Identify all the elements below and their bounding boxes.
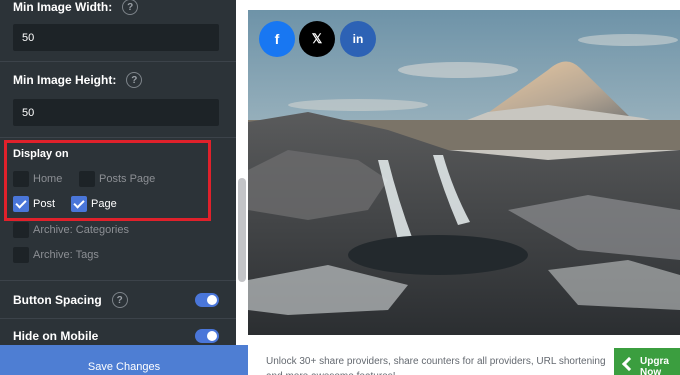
button-spacing-toggle[interactable] (195, 293, 219, 307)
facebook-icon: f (274, 31, 280, 47)
arrow-up-icon (621, 356, 637, 372)
min-image-width-input[interactable]: 50 (13, 24, 219, 51)
checkbox-archive-tags[interactable]: Archive: Tags (13, 247, 99, 263)
min-image-height-label: Min Image Height: ? (13, 72, 143, 88)
hide-on-mobile-label: Hide on Mobile (13, 329, 99, 343)
checkbox-box[interactable] (13, 222, 29, 238)
button-spacing-label: Button Spacing ? (13, 292, 128, 308)
x-icon: 𝕏 (311, 31, 323, 46)
divider (0, 280, 236, 281)
divider (0, 137, 236, 138)
scrollbar-track[interactable] (236, 0, 248, 345)
save-changes-button[interactable]: Save Changes (0, 345, 248, 375)
settings-panel: Min Image Width: ? 50 Min Image Height: … (0, 0, 236, 375)
checkbox-box[interactable] (13, 247, 29, 263)
help-icon[interactable]: ? (126, 72, 143, 88)
min-image-width-label: Min Image Width: ? (13, 0, 139, 15)
promo-text: Unlock 30+ share providers, share counte… (266, 356, 606, 375)
mountain-waterfall-image (248, 10, 680, 335)
landscape-photo (248, 10, 680, 335)
help-icon[interactable]: ? (111, 292, 128, 308)
divider (0, 318, 236, 319)
upgrade-now-button[interactable]: Upgra Now (614, 348, 680, 375)
linkedin-share-button[interactable]: in (340, 21, 376, 57)
checkbox-archive-categories[interactable]: Archive: Categories (13, 222, 129, 238)
hide-on-mobile-toggle[interactable] (195, 329, 219, 343)
facebook-share-button[interactable]: f (259, 21, 295, 57)
divider (0, 61, 236, 62)
linkedin-icon: in (352, 32, 364, 46)
scrollbar-thumb[interactable] (238, 178, 246, 282)
display-on-highlight (4, 140, 211, 221)
min-image-height-input[interactable]: 50 (13, 99, 219, 126)
x-share-button[interactable]: 𝕏 (299, 21, 335, 57)
help-icon[interactable]: ? (122, 0, 139, 15)
